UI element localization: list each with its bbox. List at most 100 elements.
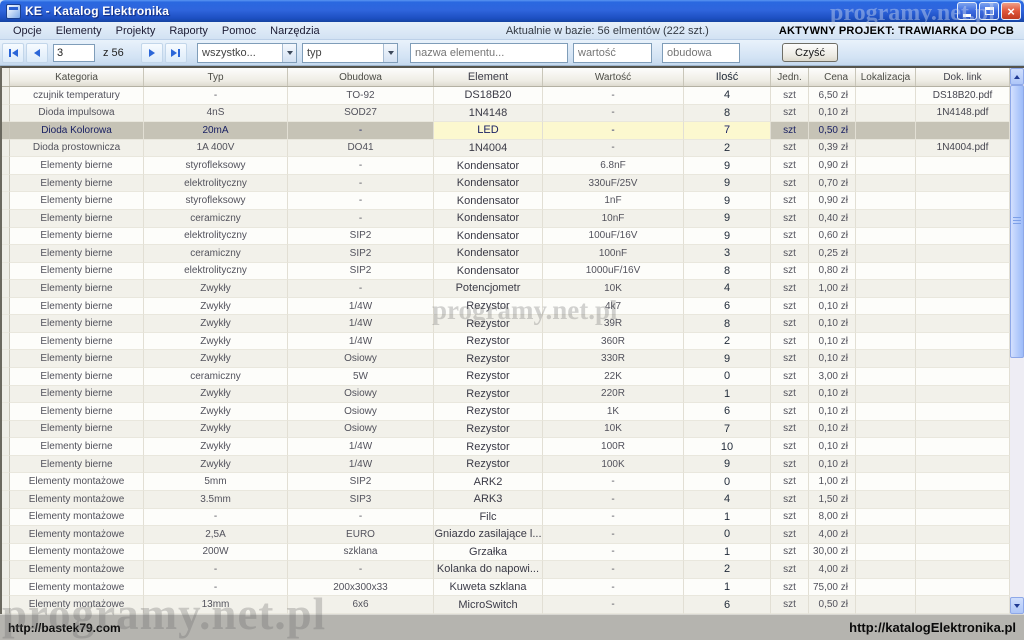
cell[interactable]: 0,10 zł (809, 333, 856, 351)
cell[interactable]: 1 (684, 386, 771, 404)
cell[interactable]: DS18B20 (434, 87, 543, 105)
cell[interactable]: 1/4W (288, 315, 434, 333)
table-row[interactable]: Elementy bierneelektrolitycznySIP2Konden… (2, 228, 1010, 246)
cell[interactable]: szt (771, 438, 809, 456)
row-indicator[interactable] (2, 544, 10, 562)
cell[interactable]: szt (771, 368, 809, 386)
cell[interactable] (916, 122, 1010, 140)
cell[interactable]: Elementy bierne (10, 280, 144, 298)
cell[interactable]: Kondensator (434, 210, 543, 228)
cell[interactable]: Zwykły (144, 333, 288, 351)
cell[interactable]: Elementy bierne (10, 421, 144, 439)
cell[interactable]: 13mm (144, 596, 288, 614)
cell[interactable]: 1 (684, 509, 771, 527)
cell[interactable]: 100R (543, 438, 684, 456)
chevron-down-icon[interactable] (282, 44, 296, 62)
cell[interactable] (916, 509, 1010, 527)
cell[interactable]: szt (771, 491, 809, 509)
cell[interactable] (916, 263, 1010, 281)
row-indicator[interactable] (2, 245, 10, 263)
cell[interactable]: Elementy montażowe (10, 561, 144, 579)
table-row[interactable]: Elementy montażowe2,5AEUROGniazdo zasila… (2, 526, 1010, 544)
cell[interactable]: styrofleksowy (144, 192, 288, 210)
cell[interactable]: 4nS (144, 105, 288, 123)
cell[interactable]: Rezystor (434, 421, 543, 439)
cell[interactable]: szt (771, 280, 809, 298)
cell[interactable]: Elementy bierne (10, 333, 144, 351)
cell[interactable] (916, 210, 1010, 228)
cell[interactable]: 1 (684, 544, 771, 562)
cell[interactable]: Elementy bierne (10, 263, 144, 281)
cell[interactable]: - (543, 544, 684, 562)
cell[interactable]: 1,50 zł (809, 491, 856, 509)
cell[interactable]: Kondensator (434, 192, 543, 210)
cell[interactable]: Dioda prostownicza (10, 140, 144, 158)
cell[interactable]: - (288, 280, 434, 298)
table-row[interactable]: Dioda prostownicza1A 400VDO411N4004-2szt… (2, 140, 1010, 158)
cell[interactable] (856, 210, 916, 228)
cell[interactable]: 8 (684, 105, 771, 123)
table-row[interactable]: Elementy montażowe--Filc-1szt8,00 zł (2, 509, 1010, 527)
table-row[interactable]: Dioda Kolorowa20mA-LED-7szt0,50 zł (2, 122, 1010, 140)
column-header[interactable]: Obudowa (288, 68, 434, 86)
cell[interactable]: - (543, 579, 684, 597)
cell[interactable]: 0,10 zł (809, 315, 856, 333)
cell[interactable]: 10K (543, 421, 684, 439)
row-indicator[interactable] (2, 263, 10, 281)
cell[interactable]: ARK3 (434, 491, 543, 509)
column-header[interactable]: Element (434, 68, 543, 86)
cell[interactable]: 20mA (144, 122, 288, 140)
cell[interactable]: - (144, 87, 288, 105)
next-record-button[interactable] (141, 43, 163, 63)
cell[interactable]: 9 (684, 192, 771, 210)
cell[interactable]: 4,00 zł (809, 561, 856, 579)
cell[interactable]: Filc (434, 509, 543, 527)
cell[interactable]: 4 (684, 491, 771, 509)
cell[interactable] (916, 491, 1010, 509)
menu-item-narzedzia[interactable]: Narzędzia (263, 24, 327, 38)
cell[interactable] (856, 140, 916, 158)
cell[interactable]: Rezystor (434, 333, 543, 351)
cell[interactable]: 0,10 zł (809, 105, 856, 123)
cell[interactable]: szt (771, 544, 809, 562)
cell[interactable]: Rezystor (434, 386, 543, 404)
cell[interactable]: 100K (543, 456, 684, 474)
cell[interactable] (856, 438, 916, 456)
cell[interactable]: 0,50 zł (809, 122, 856, 140)
menu-item-elementy[interactable]: Elementy (49, 24, 109, 38)
row-indicator[interactable] (2, 192, 10, 210)
cell[interactable]: szklana (288, 544, 434, 562)
cell[interactable]: 0,10 zł (809, 438, 856, 456)
cell[interactable]: 30,00 zł (809, 544, 856, 562)
cell[interactable]: 1K (543, 403, 684, 421)
cell[interactable]: 330R (543, 350, 684, 368)
row-indicator[interactable] (2, 228, 10, 246)
cell[interactable]: Elementy bierne (10, 456, 144, 474)
table-row[interactable]: czujnik temperatury-TO-92DS18B20-4szt6,5… (2, 87, 1010, 105)
menu-item-opcje[interactable]: Opcje (6, 24, 49, 38)
cell[interactable]: 6,50 zł (809, 87, 856, 105)
cell[interactable]: 9 (684, 210, 771, 228)
cell[interactable] (916, 596, 1010, 614)
cell[interactable] (856, 561, 916, 579)
vertical-scrollbar[interactable] (1010, 68, 1024, 614)
table-row[interactable]: Elementy montażowe200WszklanaGrzałka-1sz… (2, 544, 1010, 562)
column-header[interactable]: Kategoria (10, 68, 144, 86)
cell[interactable]: 9 (684, 456, 771, 474)
cell[interactable]: Osiowy (288, 403, 434, 421)
cell[interactable]: 1A 400V (144, 140, 288, 158)
row-indicator[interactable] (2, 140, 10, 158)
cell[interactable]: 4 (684, 280, 771, 298)
cell[interactable] (856, 105, 916, 123)
cell[interactable]: Osiowy (288, 386, 434, 404)
cell[interactable]: 1 (684, 579, 771, 597)
row-indicator[interactable] (2, 561, 10, 579)
cell[interactable]: szt (771, 105, 809, 123)
table-row[interactable]: Elementy bierneelektrolityczny-Kondensat… (2, 175, 1010, 193)
cell[interactable]: Grzałka (434, 544, 543, 562)
cell[interactable]: 0,10 zł (809, 350, 856, 368)
row-indicator[interactable] (2, 368, 10, 386)
cell[interactable]: - (543, 122, 684, 140)
cell[interactable] (856, 157, 916, 175)
column-header[interactable]: Ilość (684, 68, 771, 86)
